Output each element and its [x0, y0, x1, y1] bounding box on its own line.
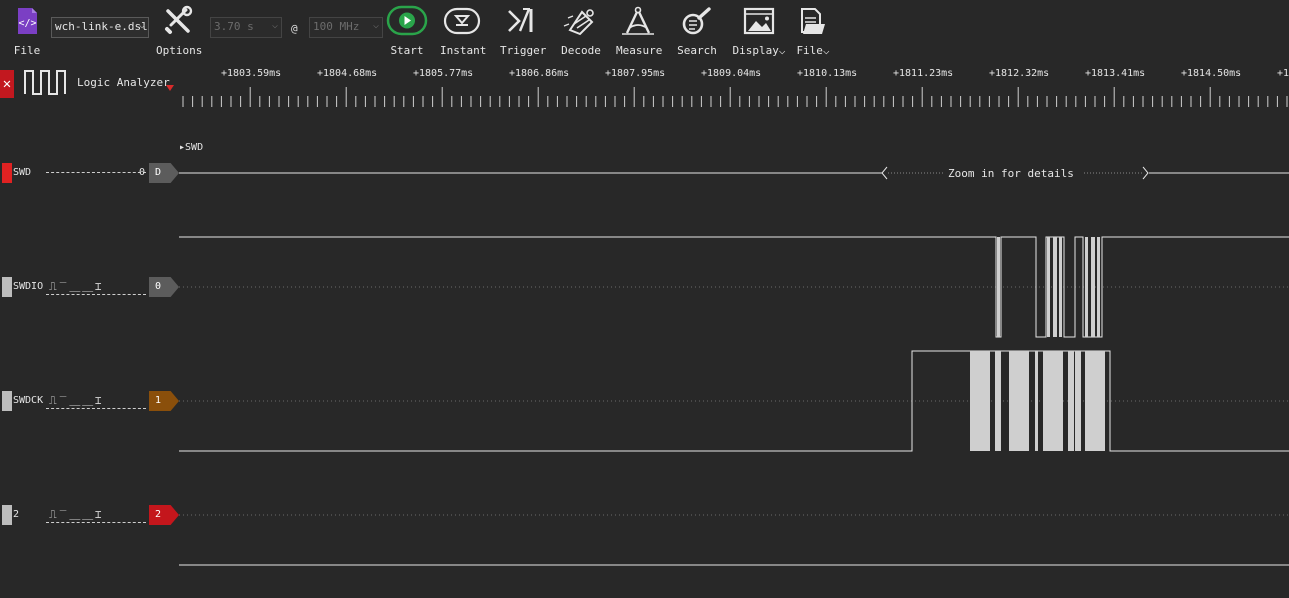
zoom-right-bracket	[1142, 166, 1149, 180]
swdck-burst	[1085, 351, 1105, 451]
swdck-burst	[970, 351, 990, 451]
swdio-burst	[997, 237, 1000, 337]
swdck-waveform	[179, 350, 1289, 452]
swdck-burst	[995, 351, 1001, 451]
swdio-waveform	[179, 236, 1289, 338]
swdck-burst	[1068, 351, 1074, 451]
swdio-burst	[1059, 237, 1062, 337]
swdio-burst	[1085, 237, 1088, 337]
swdio-burst	[1091, 237, 1095, 337]
swdck-burst	[1043, 351, 1063, 451]
waveform-area[interactable]	[0, 0, 1289, 598]
swdck-burst	[1075, 351, 1081, 451]
swdio-burst	[1053, 237, 1057, 337]
swdio-burst	[1047, 237, 1050, 337]
swdck-burst	[1035, 351, 1038, 451]
zoom-left-bracket	[881, 166, 888, 180]
swdck-burst	[1009, 351, 1029, 451]
swdio-burst	[1097, 237, 1100, 337]
